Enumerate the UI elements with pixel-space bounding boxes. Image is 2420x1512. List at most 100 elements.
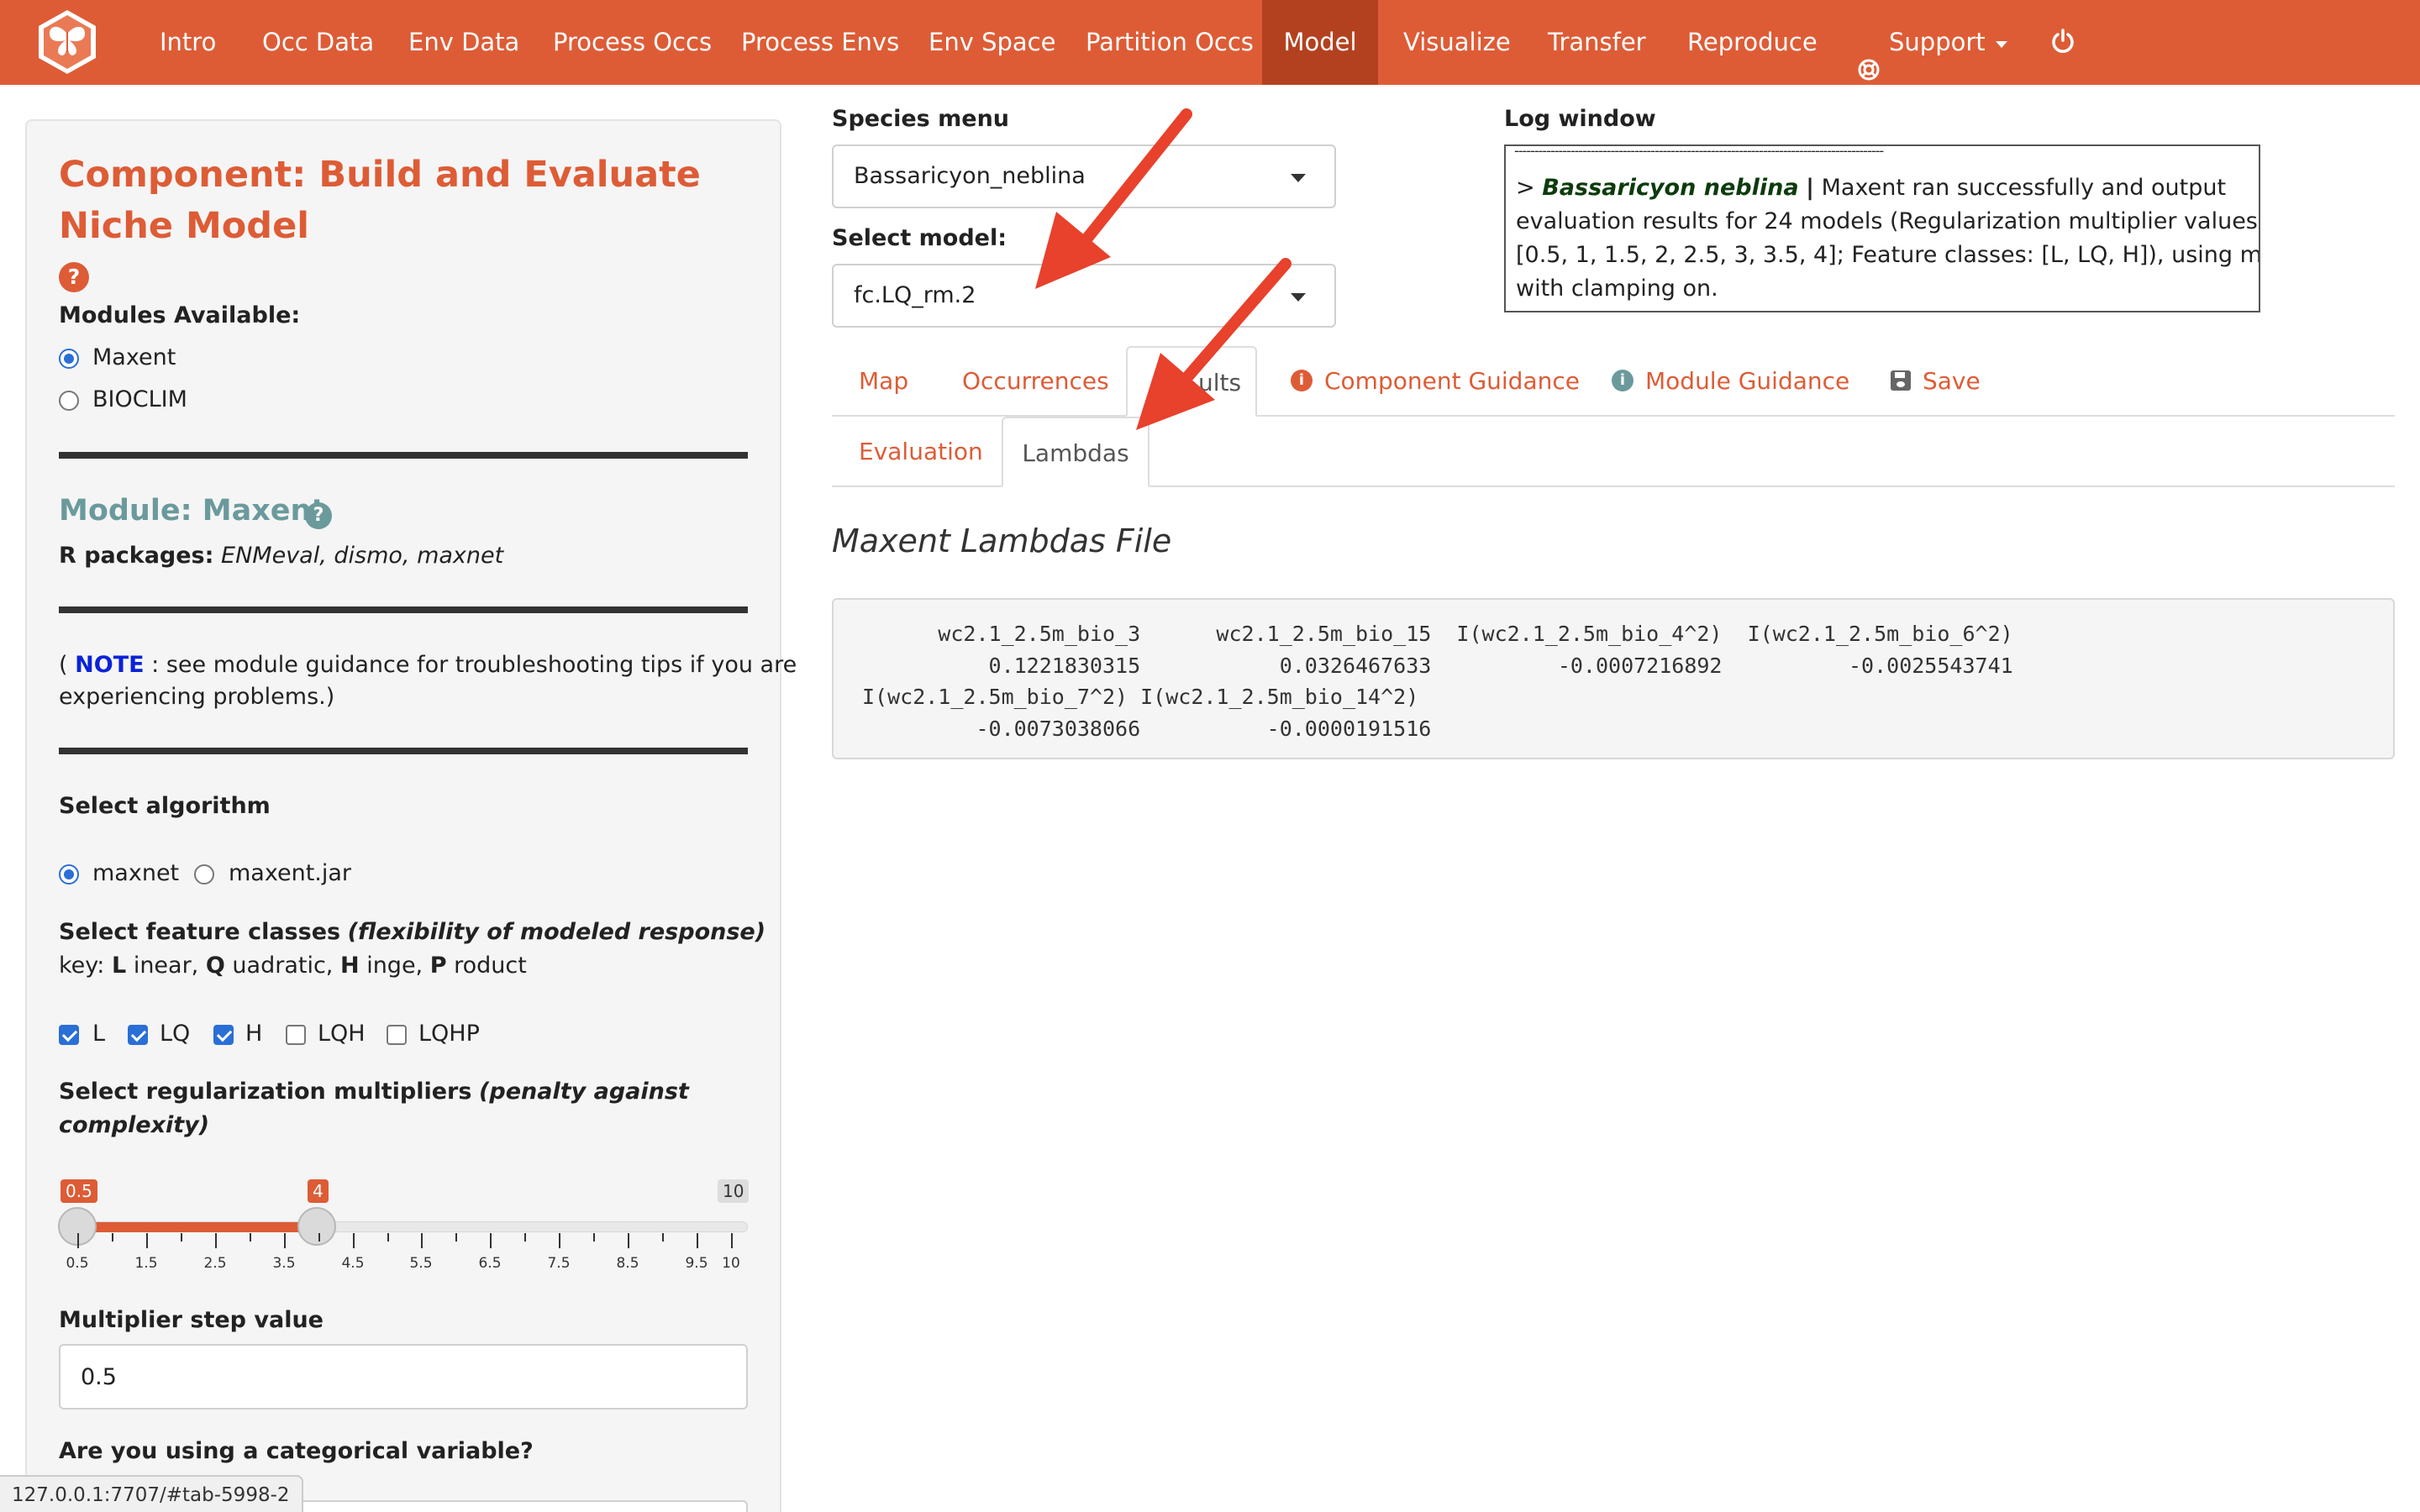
slider-max-badge: 10 (718, 1179, 750, 1203)
checkbox-lqhp-label: LQHP (418, 1021, 480, 1047)
nav-env-space[interactable]: Env Space (929, 0, 1055, 85)
key-prefix: key: (59, 953, 105, 979)
status-bar-url: 127.0.0.1:7707/#tab-5998-2 (0, 1475, 303, 1512)
tab-evaluation[interactable]: Evaluation (859, 417, 983, 487)
slider-tick (353, 1233, 355, 1248)
log-message: Maxent ran successfully and output (1821, 175, 2227, 201)
power-icon[interactable] (2050, 28, 2075, 56)
checkbox-lq[interactable] (128, 1025, 148, 1045)
log-prompt: > (1516, 175, 1535, 201)
slider-tick (490, 1233, 492, 1248)
lambdas-output: wc2.1_2.5m_bio_3 wc2.1_2.5m_bio_15 I(wc2… (832, 598, 2395, 759)
tab-module-guidance-label: Module Guidance (1645, 367, 1850, 395)
slider-tick (455, 1233, 457, 1242)
r-packages-label: R packages: (59, 543, 214, 569)
note-text: : see module guidance for troubleshootin… (151, 652, 797, 678)
nav-env-data[interactable]: Env Data (408, 0, 519, 85)
checkbox-l[interactable] (59, 1025, 79, 1045)
radio-maxnet[interactable] (59, 864, 79, 885)
lambdas-title: Maxent Lambdas File (832, 522, 1172, 559)
log-line-3: [0.5, 1, 1.5, 2, 2.5, 3, 3.5, 4]; Featur… (1516, 242, 2260, 268)
question-circle-icon[interactable]: ? (305, 502, 332, 529)
species-menu-label: Species menu (832, 106, 1010, 132)
nav-transfer[interactable]: Transfer (1548, 0, 1646, 85)
key-rest: inge, (366, 953, 424, 979)
nav-visualize[interactable]: Visualize (1403, 0, 1511, 85)
checkbox-lqhp[interactable] (387, 1025, 407, 1045)
step-value-input[interactable]: 0.5 (59, 1344, 748, 1410)
section-divider (59, 748, 748, 754)
slider-tick-label: 10 (722, 1255, 740, 1272)
slider-low-badge: 0.5 (60, 1179, 97, 1203)
slider-tick-label: 3.5 (272, 1255, 296, 1272)
feature-classes-subtitle: (flexibility of modeled response) (347, 919, 766, 945)
nav-reproduce[interactable]: Reproduce (1687, 0, 1818, 85)
module-title: Module: Maxent (59, 494, 326, 528)
slider-tick-label: 1.5 (134, 1255, 158, 1272)
feature-classes-label: Select feature classes (flexibility of m… (59, 919, 765, 945)
key-letter: Q (205, 953, 225, 979)
radio-bioclim[interactable] (59, 391, 79, 411)
note-word: NOTE (75, 652, 145, 678)
slider-range-fill (77, 1222, 317, 1232)
model-select[interactable]: fc.LQ_rm.2 (832, 264, 1336, 328)
nav-partition-occs[interactable]: Partition Occs (1086, 0, 1254, 85)
checkbox-lq-label: LQ (160, 1021, 191, 1047)
log-window: ----------------------------------------… (1504, 144, 2260, 312)
nav-support-label: Support (1889, 28, 1986, 56)
radio-maxent[interactable] (59, 349, 79, 369)
tab-component-guidance[interactable]: i Component Guidance (1291, 346, 1580, 417)
key-letter: H (339, 953, 360, 979)
note-open-paren: ( (59, 652, 68, 678)
nav-support[interactable]: Support (1857, 0, 2007, 85)
tab-map[interactable]: Map (859, 346, 908, 417)
species-select[interactable]: Bassaricyon_neblina (832, 144, 1336, 208)
tab-save[interactable]: Save (1891, 346, 1981, 417)
model-select-value: fc.LQ_rm.2 (854, 282, 976, 308)
key-rest: inear, (133, 953, 199, 979)
nav-intro[interactable]: Intro (160, 0, 216, 85)
regularization-title: Select regularization multipliers (59, 1079, 472, 1105)
tab-results[interactable]: ults (1126, 346, 1257, 417)
radio-maxnet-label: maxnet (92, 860, 180, 886)
nav-model[interactable]: Model (1262, 0, 1378, 85)
regularization-label-2: complexity) (59, 1112, 209, 1138)
checkbox-lqh[interactable] (286, 1025, 306, 1045)
nav-process-occs[interactable]: Process Occs (553, 0, 712, 85)
checkbox-h[interactable] (213, 1025, 234, 1045)
tab-lambdas[interactable]: Lambdas (1002, 417, 1150, 487)
slider-tick (112, 1233, 113, 1242)
log-separator: | (1806, 175, 1815, 201)
question-circle-icon[interactable]: ? (59, 262, 89, 292)
slider-tick (215, 1233, 217, 1248)
caret-down-icon (1291, 174, 1306, 182)
categorical-select[interactable] (252, 1500, 748, 1512)
section-divider (59, 606, 748, 613)
info-icon: i (1612, 370, 1634, 391)
log-window-label: Log window (1504, 106, 1656, 132)
slider-tick (559, 1233, 560, 1248)
key-letter: L (112, 953, 127, 979)
slider-tick (387, 1233, 389, 1242)
r-packages-value: ENMeval, dismo, maxnet (221, 543, 504, 569)
slider-high-handle[interactable] (297, 1207, 336, 1246)
slider-tick (318, 1233, 320, 1242)
tab-occurrences[interactable]: Occurrences (962, 346, 1109, 417)
feature-key-line: key: L inear, Q uadratic, H inge, P rodu… (59, 953, 527, 979)
key-rest: roduct (454, 953, 527, 979)
nav-occ-data[interactable]: Occ Data (262, 0, 374, 85)
slider-tick (697, 1233, 698, 1248)
nav-process-envs[interactable]: Process Envs (741, 0, 899, 85)
radio-maxent-jar[interactable] (194, 864, 214, 885)
select-algorithm-label: Select algorithm (59, 793, 271, 819)
slider-tick (146, 1233, 148, 1248)
slider-tick (593, 1233, 595, 1242)
feature-classes-title: Select feature classes (59, 919, 341, 945)
top-navbar: Intro Occ Data Env Data Process Occs Pro… (0, 0, 2420, 85)
butterfly-logo-icon[interactable] (37, 8, 97, 76)
key-letter: P (429, 953, 447, 979)
slider-tick-label: 7.5 (547, 1255, 571, 1272)
slider-tick (181, 1233, 182, 1242)
slider-tick-label: 5.5 (409, 1255, 433, 1272)
tab-module-guidance[interactable]: i Module Guidance (1612, 346, 1849, 417)
